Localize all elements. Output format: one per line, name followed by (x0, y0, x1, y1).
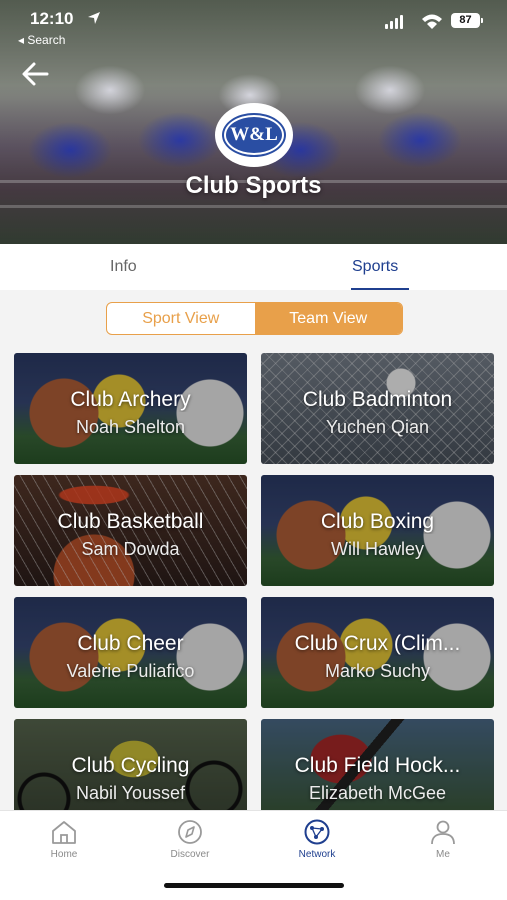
signal-icon (385, 15, 403, 29)
team-leader: Valerie Puliafico (66, 661, 195, 681)
team-name: Club Archery (70, 388, 191, 411)
hero-banner: 12:10 ◂ Search 87 W&L Club Sports (0, 0, 507, 244)
tab-info[interactable]: Info (110, 258, 137, 276)
team-card-basketball[interactable]: Club Basketball Sam Dowda (14, 475, 247, 586)
team-name: Club Field Hock... (294, 754, 461, 777)
status-back-link[interactable]: ◂ Search (18, 33, 65, 47)
network-icon (304, 819, 330, 845)
location-arrow-icon (88, 12, 100, 24)
logo-text: W&L (224, 115, 284, 155)
page-title: Club Sports (185, 172, 322, 199)
wifi-icon (422, 14, 442, 29)
nav-network-label: Network (298, 849, 336, 860)
team-name: Club Boxing (320, 510, 435, 533)
team-leader: Marko Suchy (324, 661, 431, 681)
team-leader: Will Hawley (330, 539, 424, 559)
team-leader: Sam Dowda (81, 539, 180, 559)
nav-me[interactable]: Me (408, 819, 478, 860)
team-name: Club Cycling (71, 754, 190, 777)
team-card-cycling[interactable]: Club Cycling Nabil Youssef (14, 719, 247, 810)
nav-home[interactable]: Home (29, 819, 99, 860)
nav-me-label: Me (436, 849, 450, 860)
home-indicator (164, 883, 344, 888)
team-card-archery[interactable]: Club Archery Noah Shelton (14, 353, 247, 464)
team-leader: Noah Shelton (75, 417, 186, 437)
view-toggle: Sport View Team View (106, 302, 403, 335)
person-icon (431, 820, 455, 845)
back-arrow-icon[interactable] (20, 60, 50, 88)
tab-sports[interactable]: Sports (352, 258, 398, 276)
nav-discover-label: Discover (170, 849, 210, 860)
team-card-field-hockey[interactable]: Club Field Hock... Elizabeth McGee (261, 719, 494, 810)
team-card-cheer[interactable]: Club Cheer Valerie Puliafico (14, 597, 247, 708)
home-icon (52, 821, 76, 844)
tab-bar: Info Sports (0, 244, 507, 290)
team-card-badminton[interactable]: Club Badminton Yuchen Qian (261, 353, 494, 464)
team-card-boxing[interactable]: Club Boxing Will Hawley (261, 475, 494, 586)
status-time: 12:10 (30, 9, 74, 28)
compass-icon (178, 820, 202, 844)
team-name: Club Badminton (302, 388, 453, 411)
sport-view-option[interactable]: Sport View (107, 303, 255, 334)
team-leader: Elizabeth McGee (308, 783, 447, 803)
team-leader: Nabil Youssef (75, 783, 186, 803)
club-logo: W&L (215, 103, 293, 167)
team-name: Club Cheer (77, 632, 184, 655)
nav-network[interactable]: Network (282, 819, 352, 860)
team-name: Club Crux (Clim... (294, 632, 461, 655)
team-name: Club Basketball (57, 510, 204, 533)
teams-content: Sport View Team View Club Archery Noah S… (0, 290, 507, 810)
nav-discover[interactable]: Discover (155, 819, 225, 860)
team-leader: Yuchen Qian (325, 417, 430, 437)
nav-home-label: Home (50, 849, 78, 860)
battery-indicator: 87 (451, 13, 483, 28)
team-card-crux[interactable]: Club Crux (Clim... Marko Suchy (261, 597, 494, 708)
team-view-option[interactable]: Team View (254, 303, 402, 334)
